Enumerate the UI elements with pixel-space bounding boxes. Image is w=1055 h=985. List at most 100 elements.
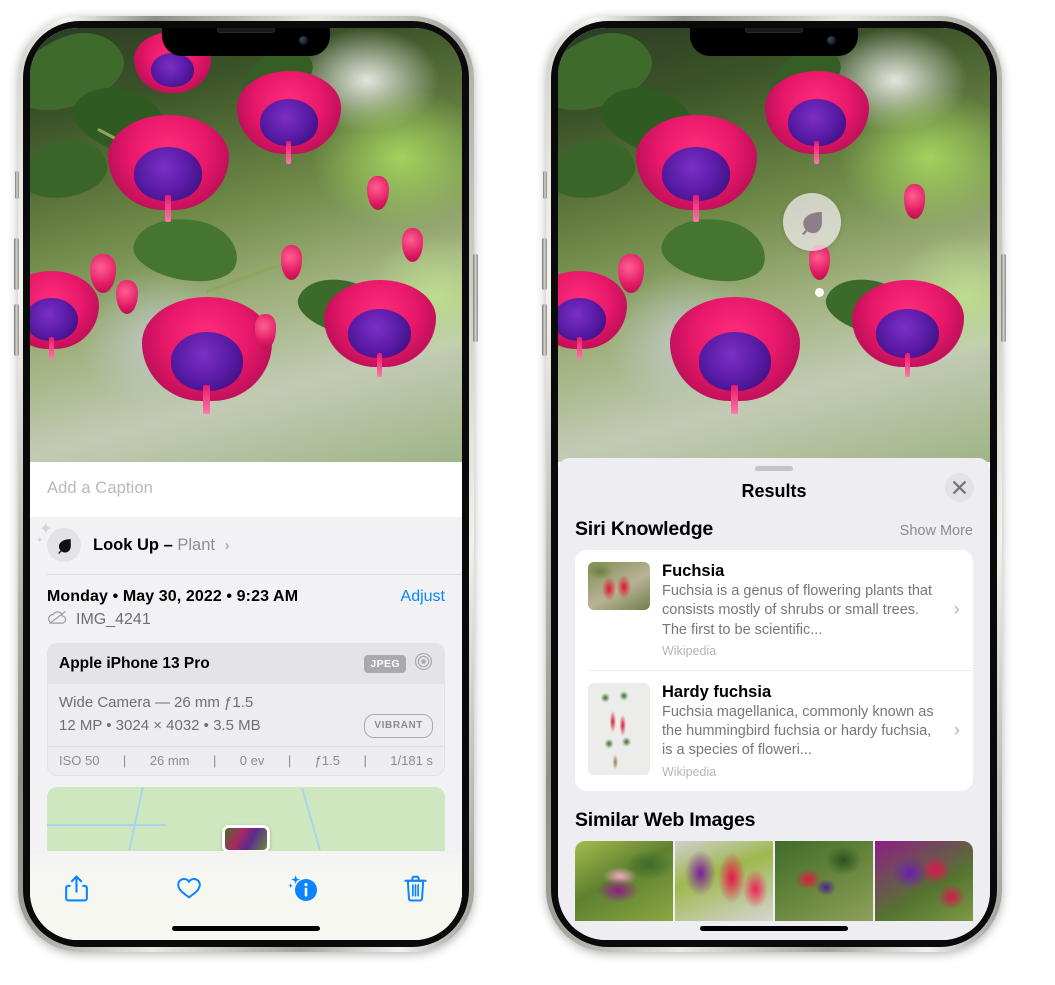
date-row: Monday • May 30, 2022 • 9:23 AM Adjust xyxy=(30,575,462,606)
section-title-similar-web-images: Similar Web Images xyxy=(575,808,756,831)
cloud-slash-icon xyxy=(47,610,68,630)
volume-down-button-left[interactable] xyxy=(14,304,19,356)
power-button-right[interactable] xyxy=(1001,254,1006,342)
leaf-icon xyxy=(47,528,81,562)
map-road-1 xyxy=(127,787,144,851)
similar-image-1[interactable] xyxy=(575,840,673,921)
volume-down-button-right[interactable] xyxy=(542,304,547,356)
similar-image-4[interactable] xyxy=(875,840,973,921)
camera-device: Apple iPhone 13 Pro xyxy=(59,655,210,672)
flower-2 xyxy=(237,71,342,164)
screenshot-stage: Add a Caption ✦ ✦ Look Up – Plant › Mond… xyxy=(0,0,1055,985)
photo-date: Monday • May 30, 2022 • 9:23 AM xyxy=(47,588,299,605)
visual-look-up-badge[interactable] xyxy=(782,192,841,251)
aperture-icon xyxy=(414,652,433,676)
sparkle-icon-small: ✦ xyxy=(36,535,44,545)
exif-stats: ISO 50 | 26 mm | 0 ev | ƒ1.5 | 1/181 s xyxy=(48,745,444,775)
close-icon[interactable] xyxy=(945,473,974,502)
knowledge-thumbnail-hardy-fuchsia xyxy=(588,682,650,775)
knowledge-title: Hardy fuchsia xyxy=(662,682,772,701)
exif-stat-ev: 0 ev xyxy=(239,752,265,768)
similar-web-images-strip[interactable] xyxy=(575,840,973,921)
file-name: IMG_4241 xyxy=(76,611,151,628)
file-row: IMG_4241 xyxy=(30,606,462,643)
look-up-row[interactable]: ✦ ✦ Look Up – Plant › xyxy=(30,517,462,574)
results-title: Results xyxy=(741,481,807,501)
exif-body: Wide Camera — 26 mm ƒ1.5 12 MP • 3024 × … xyxy=(48,684,444,746)
size-row: 12 MP • 3024 × 4032 • 3.5 MB VIBRANT xyxy=(59,714,433,738)
knowledge-body-fuchsia: Fuchsia Fuchsia is a genus of flowering … xyxy=(662,562,961,658)
front-camera-right xyxy=(827,36,836,45)
flower-1 xyxy=(107,114,229,222)
notch-right xyxy=(690,28,858,56)
exif-stat-sep-1: | xyxy=(122,752,127,768)
show-more-button[interactable]: Show More xyxy=(900,523,973,539)
flower-4 xyxy=(30,271,100,359)
lens-line: Wide Camera — 26 mm ƒ1.5 xyxy=(59,694,254,711)
map-road-2 xyxy=(300,787,321,850)
volume-up-button-right[interactable] xyxy=(542,238,547,290)
results-header: Results xyxy=(558,471,990,518)
power-button-left[interactable] xyxy=(473,254,478,342)
exif-stat-aperture: ƒ1.5 xyxy=(314,752,340,768)
flower-r5 xyxy=(851,279,965,377)
caption-input[interactable]: Add a Caption xyxy=(30,462,462,517)
exif-stat-iso: ISO 50 xyxy=(59,752,100,768)
map-photo-pin xyxy=(222,824,270,851)
right-phone: Results Siri Knowledge Show More Fuchsia… xyxy=(542,16,1006,952)
knowledge-row-fuchsia[interactable]: Fuchsia Fuchsia is a genus of flowering … xyxy=(575,550,973,670)
photo-view-right[interactable] xyxy=(558,28,990,462)
section-title-siri-knowledge: Siri Knowledge xyxy=(575,518,714,540)
look-up-title: Look Up – xyxy=(93,535,173,554)
style-badge: VIBRANT xyxy=(364,714,433,738)
siri-knowledge-header: Siri Knowledge Show More xyxy=(558,518,990,550)
trash-icon[interactable] xyxy=(394,870,438,906)
chevron-right-icon: › xyxy=(953,598,960,620)
exif-badges: JPEG xyxy=(364,652,433,676)
left-phone: Add a Caption ✦ ✦ Look Up – Plant › Mond… xyxy=(14,16,478,952)
similar-image-3[interactable] xyxy=(775,840,873,921)
similar-web-images-header: Similar Web Images xyxy=(558,791,990,841)
flower-3 xyxy=(142,297,272,414)
knowledge-description: Fuchsia is a genus of flowering plants t… xyxy=(662,583,933,638)
look-up-icon-wrap: ✦ ✦ xyxy=(36,522,81,562)
share-icon[interactable] xyxy=(54,870,98,906)
siri-knowledge-card: Fuchsia Fuchsia is a genus of flowering … xyxy=(575,550,973,791)
flower-r1 xyxy=(635,114,757,222)
knowledge-source: Wikipedia xyxy=(662,764,717,779)
knowledge-body-hardy-fuchsia: Hardy fuchsia Fuchsia magellanica, commo… xyxy=(662,683,961,779)
map-road-3 xyxy=(47,823,167,826)
front-camera-left xyxy=(299,36,308,45)
chevron-right-icon: › xyxy=(224,536,230,554)
mute-switch-right[interactable] xyxy=(543,171,547,199)
knowledge-row-hardy-fuchsia[interactable]: Hardy fuchsia Fuchsia magellanica, commo… xyxy=(588,669,973,791)
home-indicator-left[interactable] xyxy=(172,926,320,931)
knowledge-thumbnail-fuchsia xyxy=(588,562,650,610)
flower-r2 xyxy=(765,71,870,164)
exif-stat-shutter: 1/181 s xyxy=(390,752,433,768)
flower-r4 xyxy=(558,271,628,359)
mute-switch-left[interactable] xyxy=(15,171,19,199)
info-sparkle-icon[interactable] xyxy=(281,870,325,906)
look-up-label: Look Up – Plant › xyxy=(93,536,230,555)
heart-icon[interactable] xyxy=(167,870,211,906)
location-map[interactable] xyxy=(47,786,445,851)
flower-5 xyxy=(323,279,437,377)
screen-left: Add a Caption ✦ ✦ Look Up – Plant › Mond… xyxy=(30,28,462,940)
knowledge-source: Wikipedia xyxy=(662,643,717,658)
flower-r3 xyxy=(670,297,800,414)
exif-stat-sep-3: | xyxy=(287,752,292,768)
exif-stat-sep-2: | xyxy=(212,752,217,768)
exif-header: Apple iPhone 13 Pro JPEG xyxy=(48,644,444,684)
exif-card[interactable]: Apple iPhone 13 Pro JPEG Wide Camera — 2… xyxy=(47,643,445,776)
photo-view-left[interactable] xyxy=(30,28,462,462)
results-sheet: Results Siri Knowledge Show More Fuchsia… xyxy=(558,458,990,940)
volume-up-button-left[interactable] xyxy=(14,238,19,290)
size-line: 12 MP • 3024 × 4032 • 3.5 MB xyxy=(59,717,261,735)
look-up-subject: Plant xyxy=(177,535,215,554)
knowledge-description: Fuchsia magellanica, commonly known as t… xyxy=(662,703,934,759)
similar-image-2[interactable] xyxy=(675,840,773,921)
home-indicator-right[interactable] xyxy=(700,926,848,931)
exif-stat-focal: 26 mm xyxy=(149,752,190,768)
adjust-button[interactable]: Adjust xyxy=(401,588,445,606)
